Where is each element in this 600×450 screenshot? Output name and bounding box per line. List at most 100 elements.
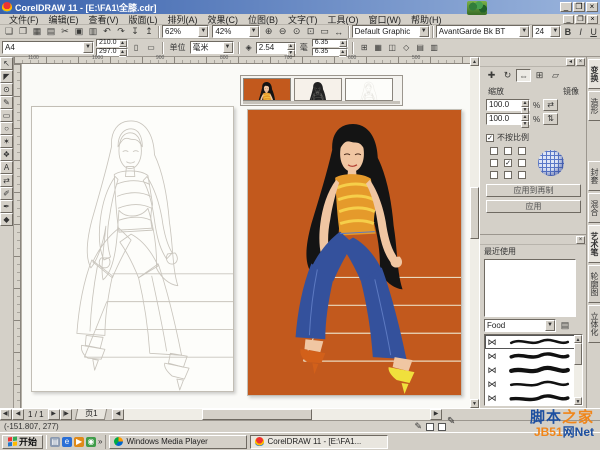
horizontal-scroll-thumb[interactable] [202, 409, 312, 420]
menu-item[interactable]: 编辑(E) [44, 15, 84, 25]
tool-button[interactable]: ↖ [0, 57, 13, 70]
quick-launch-icon[interactable]: e [62, 437, 72, 447]
propbar-button[interactable]: ▥ [428, 41, 441, 54]
tool-button[interactable]: ✐ [0, 187, 13, 200]
propbar-button[interactable]: ◫ [386, 41, 399, 54]
zoom-button[interactable]: ⊕ [262, 26, 276, 38]
zoom-button[interactable]: ▭ [318, 26, 332, 38]
font-size-combo[interactable]: 24▼ [532, 25, 561, 38]
menu-item[interactable]: 工具(O) [323, 15, 364, 25]
page-thumbnail[interactable] [243, 78, 291, 101]
browse-folder-button[interactable]: ▤ [558, 319, 572, 332]
scroll-right-arrow[interactable]: ▶ [430, 409, 442, 420]
nudge-spinner[interactable]: 2.54▲▼ [256, 42, 296, 54]
tool-button[interactable]: ⊙ [0, 83, 13, 96]
brush-stroke-row[interactable]: ⋈ [485, 349, 582, 363]
menu-item[interactable]: 帮助(H) [406, 15, 447, 25]
anchor-point-grid[interactable]: ✓ [490, 147, 528, 179]
quick-launch-icon[interactable]: ▶ [74, 437, 84, 447]
menu-item[interactable]: 文字(T) [283, 15, 323, 25]
maximize-button[interactable]: ❐ [573, 2, 585, 12]
brush-stroke-row[interactable]: ⋈ [485, 391, 582, 405]
taskbar-task-wmp[interactable]: Windows Media Player [109, 435, 247, 449]
thumbnail-strip[interactable] [240, 75, 403, 106]
scroll-down-arrow[interactable]: ▼ [470, 399, 479, 408]
propbar-button[interactable]: ▦ [372, 41, 385, 54]
vertical-scrollbar[interactable]: ▲ ▼ [470, 57, 479, 408]
zoom-button[interactable]: ⊙ [290, 26, 304, 38]
close-button[interactable]: × [586, 2, 598, 12]
menu-item[interactable]: 位图(B) [243, 15, 283, 25]
docker-close-button[interactable]: × [576, 58, 585, 66]
apply-button[interactable]: 应用 [486, 200, 581, 213]
stroke-list-scrollbar[interactable]: ▲▼ [574, 335, 582, 405]
mirror-vertical-button[interactable]: ⇅ [543, 113, 558, 125]
tool-button[interactable]: ○ [0, 122, 13, 135]
mirror-horizontal-button[interactable]: ⇄ [543, 99, 558, 111]
menu-item[interactable]: 效果(C) [203, 15, 244, 25]
tool-button[interactable]: ✒ [0, 200, 13, 213]
docker-tab[interactable]: 造形 [588, 91, 600, 121]
toolbar-button[interactable]: ↷ [114, 26, 128, 38]
menu-item[interactable]: 窗口(W) [364, 15, 407, 25]
vertical-scroll-thumb[interactable] [470, 187, 479, 239]
zoom-level-combo[interactable]: 62%▼ [162, 25, 209, 38]
page-thumbnail[interactable] [345, 78, 393, 101]
transform-mode-button[interactable]: ⊞ [532, 69, 547, 82]
landscape-button[interactable]: ▭ [145, 41, 158, 54]
start-button[interactable]: 开始 [2, 435, 43, 449]
brush-stroke-row[interactable]: ⋈ [485, 377, 582, 391]
underline-button[interactable]: U [587, 26, 600, 38]
graphic-style-combo[interactable]: Default Graphic▼ [352, 25, 430, 38]
scale-h-spinner[interactable]: 100.0▲▼ [486, 99, 530, 111]
portrait-button[interactable]: ▯ [130, 41, 143, 54]
transform-mode-button[interactable]: ⇔ [516, 69, 531, 82]
horizontal-scrollbar[interactable]: ◀ ▶ [112, 409, 442, 420]
menu-item[interactable]: 版面(L) [124, 15, 163, 25]
vertical-ruler[interactable]: 35030025020015010050 [14, 64, 21, 408]
prev-page-button[interactable]: ◀ [12, 409, 24, 420]
stroke-category-combo[interactable]: Food▼ [484, 319, 556, 332]
scroll-up-arrow[interactable]: ▲ [470, 57, 479, 66]
toolbar-button[interactable]: ▣ [72, 26, 86, 38]
page-tab[interactable]: 页1 [74, 409, 107, 420]
toolbar-button[interactable]: ▥ [86, 26, 100, 38]
bold-button[interactable]: B [561, 26, 574, 38]
scroll-left-arrow[interactable]: ◀ [112, 409, 124, 420]
toolbar-button[interactable]: ❐ [16, 26, 30, 38]
nonproportional-checkbox[interactable]: ✓ [486, 134, 494, 142]
toolbar-button[interactable]: ❏ [2, 26, 16, 38]
page-size-combo[interactable]: A4▼ [2, 41, 94, 54]
first-page-button[interactable]: ◀| [0, 409, 12, 420]
toolbar-button[interactable]: ↥ [142, 26, 156, 38]
toolbar-button[interactable]: ✂ [58, 26, 72, 38]
page-thumbnail[interactable] [294, 78, 342, 101]
tool-button[interactable]: ⇄ [0, 174, 13, 187]
horizontal-ruler[interactable]: 11001000900800700600500 [14, 57, 470, 64]
docker-tab[interactable]: 轮廓图 [588, 265, 600, 303]
docker-tab[interactable]: 混合 [588, 193, 600, 223]
brush-stroke-row[interactable]: ⋈ [485, 335, 582, 349]
quick-launch-icon[interactable]: ◉ [86, 437, 96, 447]
zoom-button[interactable]: ⊡ [304, 26, 318, 38]
docker-collapse-button[interactable]: ◂ [566, 58, 575, 66]
tool-button[interactable]: A [0, 161, 13, 174]
thumbnail-scrollbar[interactable] [243, 101, 400, 104]
propbar-button[interactable]: ▤ [414, 41, 427, 54]
page-dimensions[interactable]: 210.0▲▼ 297.0▲▼ [96, 39, 128, 56]
doc-close-button[interactable]: × [587, 15, 598, 24]
tool-button[interactable]: ✶ [0, 135, 13, 148]
tool-button[interactable]: ▭ [0, 109, 13, 122]
docker-tab[interactable]: 封套 [588, 161, 600, 191]
minimize-button[interactable]: _ [560, 2, 572, 12]
tool-button[interactable]: ❖ [0, 148, 13, 161]
scale-v-spinner[interactable]: 100.0▲▼ [486, 113, 530, 125]
doc-minimize-button[interactable]: _ [563, 15, 574, 24]
transform-mode-button[interactable]: ▱ [548, 69, 563, 82]
zoom-level2-combo[interactable]: 42%▼ [212, 25, 259, 38]
tool-button[interactable]: ◆ [0, 213, 13, 226]
next-page-button[interactable]: ▶ [48, 409, 60, 420]
taskbar-task-coreldraw[interactable]: CorelDRAW 11 - [E:\FA1... [250, 435, 388, 449]
toolbar-button[interactable]: ↶ [100, 26, 114, 38]
toolbar-button[interactable]: ▦ [30, 26, 44, 38]
